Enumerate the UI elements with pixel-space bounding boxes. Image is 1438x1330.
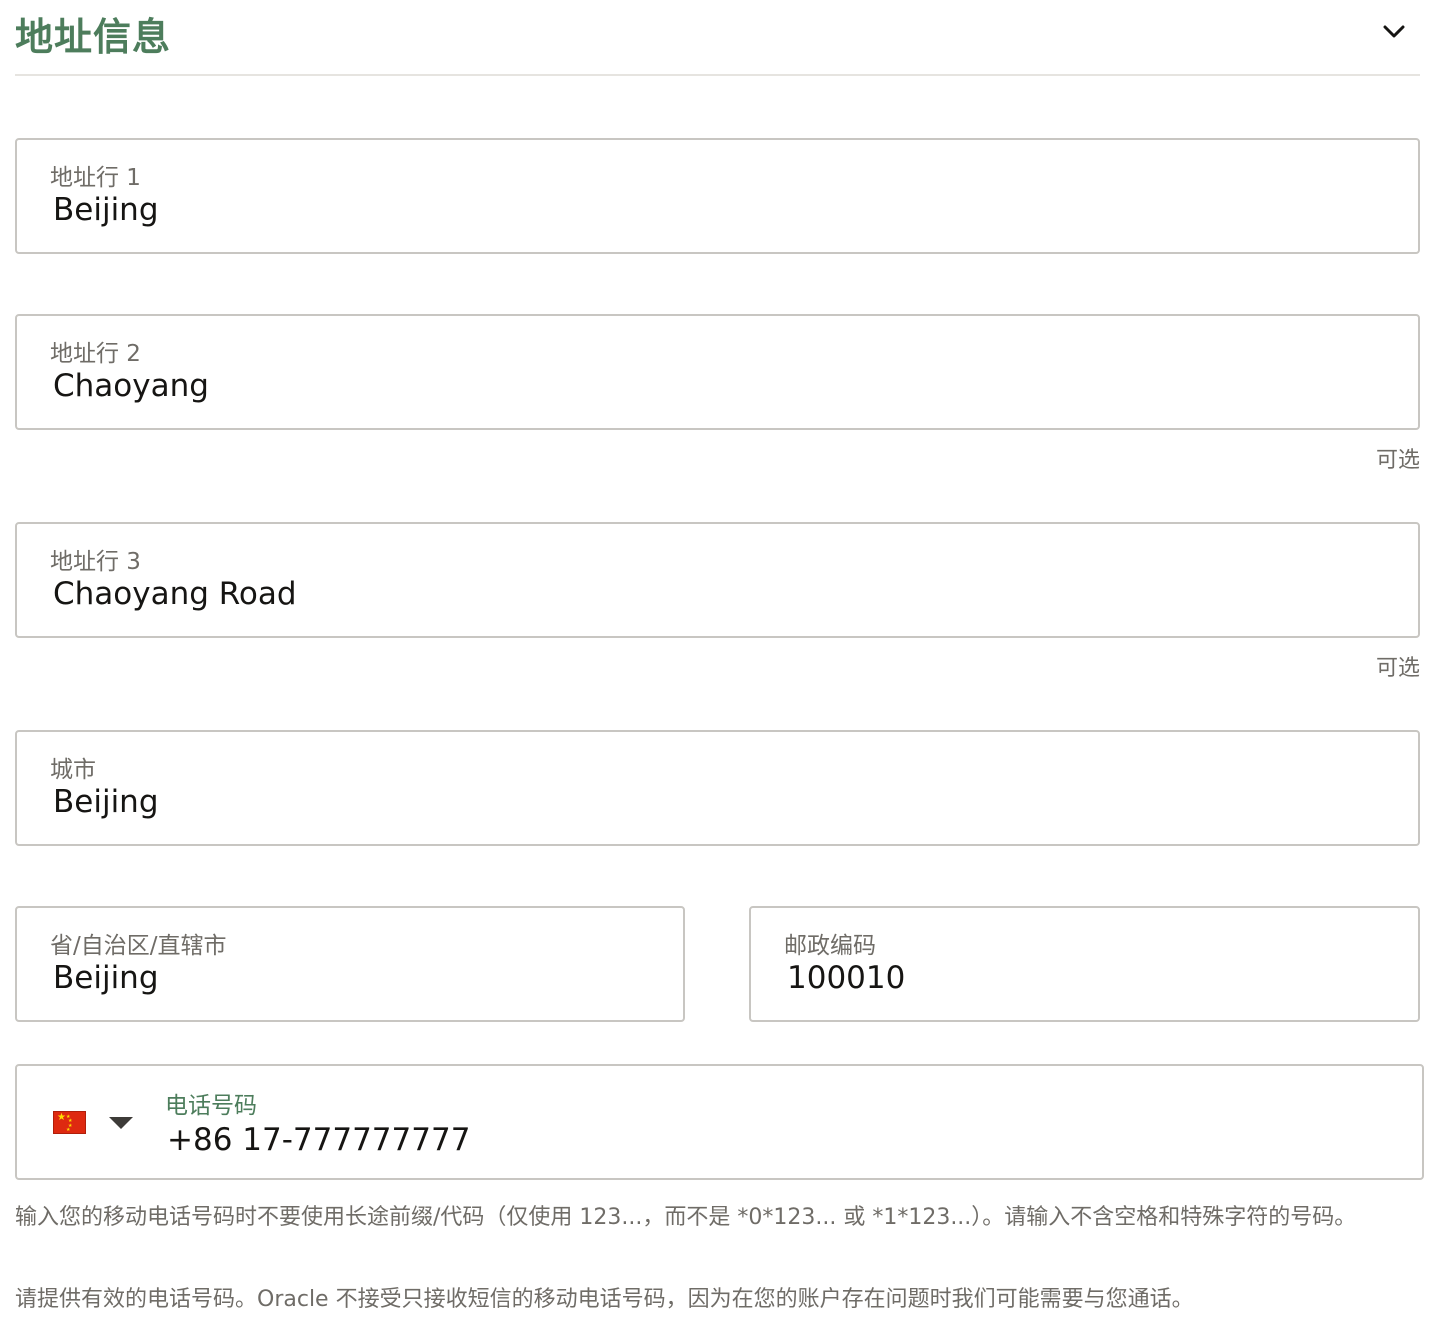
province-input[interactable]: Beijing: [53, 960, 652, 996]
phone-input[interactable]: +86 17-777777777: [167, 1122, 470, 1158]
china-flag-icon[interactable]: ★ ★ ★ ★ ★: [53, 1111, 86, 1134]
chevron-down-icon[interactable]: [1382, 22, 1406, 40]
address-line-2-optional-hint: 可选: [1375, 448, 1420, 473]
address-line-3-input[interactable]: Chaoyang Road: [53, 576, 1314, 612]
section-header[interactable]: 地址信息: [15, 0, 1420, 76]
address-line-2-input[interactable]: Chaoyang: [53, 368, 1314, 404]
address-line-3-optional-hint: 可选: [1375, 656, 1420, 681]
address-line-2-field[interactable]: 地址行 2 Chaoyang: [15, 314, 1420, 430]
city-label: 城市: [50, 757, 96, 783]
address-line-2-label: 地址行 2: [50, 341, 141, 367]
address-line-1-input[interactable]: Beijing: [53, 192, 1314, 228]
address-line-3-field[interactable]: 地址行 3 Chaoyang Road: [15, 522, 1420, 638]
section-title: 地址信息: [15, 15, 172, 59]
phone-label: 电话号码: [165, 1093, 257, 1119]
flag-small-star-icon: ★: [66, 1127, 71, 1133]
country-dropdown-arrow-icon[interactable]: [109, 1117, 133, 1129]
province-field[interactable]: 省/自治区/直辖市 Beijing: [15, 906, 685, 1022]
address-line-1-label: 地址行 1: [50, 165, 141, 191]
province-label: 省/自治区/直辖市: [50, 933, 227, 959]
address-line-3-label: 地址行 3: [50, 549, 141, 575]
city-field[interactable]: 城市 Beijing: [15, 730, 1420, 846]
postal-code-label: 邮政编码: [784, 933, 876, 959]
phone-help-text: 输入您的移动电话号码时不要使用长途前缀/代码（仅使用 123...，而不是 *0…: [15, 1205, 1357, 1230]
phone-field[interactable]: ★ ★ ★ ★ ★ 电话号码 +86 17-777777777: [15, 1064, 1424, 1180]
flag-star-icon: ★: [57, 1112, 66, 1123]
address-info-page: 地址信息 地址行 1 Beijing 地址行 2 Chaoyang 可选 地址行…: [0, 0, 1438, 1330]
postal-code-input[interactable]: 100010: [787, 960, 1387, 996]
city-input[interactable]: Beijing: [53, 784, 1314, 820]
address-line-1-field[interactable]: 地址行 1 Beijing: [15, 138, 1420, 254]
phone-notice-text: 请提供有效的电话号码。Oracle 不接受只接收短信的移动电话号码，因为在您的账…: [15, 1287, 1194, 1312]
postal-code-field[interactable]: 邮政编码 100010: [749, 906, 1420, 1022]
